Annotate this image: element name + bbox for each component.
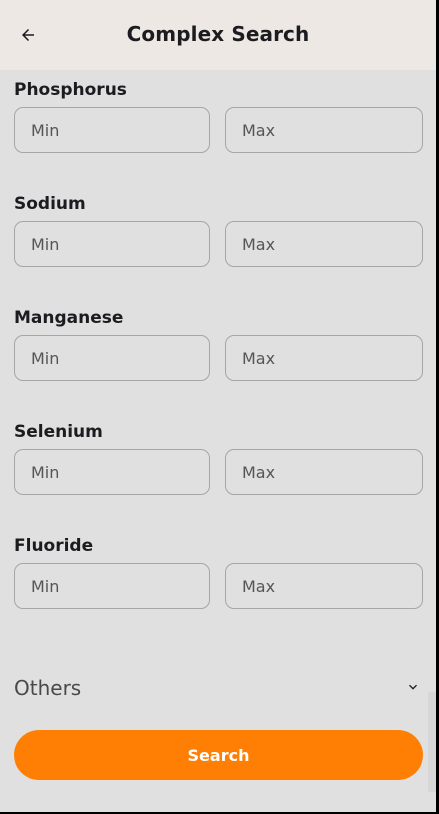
complex-search-screen: Complex Search Phosphorus Sodium Mangane… (0, 0, 436, 812)
others-label: Others (14, 676, 82, 700)
fluoride-max-input[interactable] (225, 563, 423, 609)
sodium-min-input[interactable] (14, 221, 210, 267)
app-bar: Complex Search (0, 0, 436, 70)
chevron-down-icon (409, 684, 417, 690)
fluoride-min-input[interactable] (14, 563, 210, 609)
nutrient-label: Sodium (14, 194, 86, 214)
phosphorus-min-input[interactable] (14, 107, 210, 153)
selenium-min-input[interactable] (14, 449, 210, 495)
manganese-min-input[interactable] (14, 335, 210, 381)
phosphorus-max-input[interactable] (225, 107, 423, 153)
scrollbar[interactable] (428, 692, 436, 792)
nutrient-label: Selenium (14, 422, 103, 442)
nutrient-label: Manganese (14, 308, 124, 328)
nutrient-label: Phosphorus (14, 80, 127, 100)
search-button[interactable]: Search (14, 730, 423, 780)
page-title: Complex Search (126, 22, 310, 46)
nutrient-label: Fluoride (14, 536, 94, 556)
selenium-max-input[interactable] (225, 449, 423, 495)
manganese-max-input[interactable] (225, 335, 423, 381)
others-expander[interactable]: Others (14, 674, 423, 704)
sodium-max-input[interactable] (225, 221, 423, 267)
